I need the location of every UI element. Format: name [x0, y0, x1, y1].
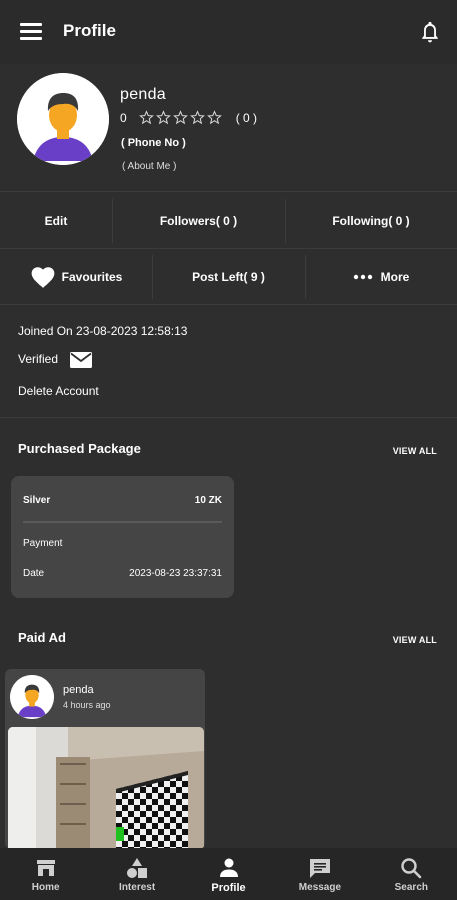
nav-home[interactable]: Home: [0, 848, 91, 900]
edit-label: Edit: [44, 214, 68, 228]
post-left-label: Post Left( 9 ): [192, 270, 265, 284]
divider: [0, 191, 457, 192]
following-button[interactable]: Following( 0 ): [285, 193, 457, 249]
ad-user-name: penda: [63, 684, 94, 696]
nav-search-label: Search: [394, 882, 428, 893]
avatar[interactable]: [17, 73, 109, 165]
bottom-navigation: Home Interest Profile Message Search: [0, 848, 457, 900]
divider: [23, 521, 222, 523]
nav-interest[interactable]: Interest: [91, 848, 182, 900]
nav-profile-label: Profile: [211, 882, 246, 894]
rating-row: 0 ( 0 ): [120, 110, 257, 125]
star-icon: [172, 110, 188, 125]
package-name: Silver: [23, 495, 51, 506]
nav-profile[interactable]: Profile: [183, 848, 274, 900]
stats-row-primary: Edit Followers( 0 ) Following( 0 ): [0, 193, 457, 249]
nav-message-label: Message: [298, 882, 342, 893]
divider: [0, 304, 457, 305]
favourites-button[interactable]: Favourites: [0, 249, 152, 305]
purchased-view-all-link[interactable]: VIEW ALL: [393, 446, 437, 456]
profile-name: penda: [120, 86, 166, 103]
verified-label: Verified: [18, 352, 59, 367]
avatar: [10, 675, 54, 719]
package-card[interactable]: Silver 10 ZK Payment Date 2023-08-23 23:…: [11, 476, 234, 598]
date-value: 2023-08-23 23:37:31: [129, 568, 222, 579]
stats-row-secondary: Favourites Post Left( 9 ) More: [0, 249, 457, 305]
verified-status: Verified: [18, 351, 93, 369]
star-icon: [189, 110, 205, 125]
favourites-label: Favourites: [61, 270, 123, 284]
following-label: Following( 0 ): [332, 214, 410, 228]
ad-time: 4 hours ago: [63, 700, 111, 710]
mail-icon: [70, 352, 93, 368]
purchased-package-title: Purchased Package: [18, 441, 141, 456]
payment-label: Payment: [23, 538, 63, 549]
post-left-button[interactable]: Post Left( 9 ): [152, 249, 305, 305]
search-icon: [401, 858, 422, 879]
rating-value: 0: [120, 110, 127, 125]
delete-account-link[interactable]: Delete Account: [18, 384, 99, 398]
message-icon: [309, 859, 330, 878]
followers-button[interactable]: Followers( 0 ): [112, 193, 285, 249]
divider: [0, 417, 457, 418]
more-dots-icon: [353, 274, 372, 280]
star-icon: [206, 110, 222, 125]
menu-icon[interactable]: [20, 23, 42, 41]
star-icon: [155, 110, 171, 125]
shapes-icon: [127, 858, 148, 878]
edit-button[interactable]: Edit: [0, 193, 112, 249]
payment-row: Payment: [23, 538, 222, 549]
bell-icon[interactable]: [419, 20, 441, 44]
nav-search[interactable]: Search: [366, 848, 457, 900]
person-icon: [219, 858, 238, 877]
paid-ad-view-all-link[interactable]: VIEW ALL: [393, 635, 437, 645]
package-price: 10 ZK: [194, 495, 222, 506]
star-icon: [138, 110, 154, 125]
app-bar: Profile: [0, 0, 457, 64]
package-header: Silver 10 ZK: [23, 495, 222, 506]
date-row: Date 2023-08-23 23:37:31: [23, 568, 222, 579]
joined-date: Joined On 23-08-2023 12:58:13: [18, 324, 188, 338]
paid-ad-title: Paid Ad: [18, 630, 66, 645]
about-me: ( About Me ): [122, 161, 177, 172]
nav-message[interactable]: Message: [274, 848, 365, 900]
phone-number: ( Phone No ): [121, 137, 186, 149]
ad-card[interactable]: penda 4 hours ago: [5, 669, 205, 849]
followers-label: Followers( 0 ): [159, 214, 238, 228]
ad-image: [8, 727, 204, 849]
profile-header: penda 0 ( 0 ) ( Phone No ) ( About Me ): [0, 64, 457, 192]
more-button[interactable]: More: [305, 249, 457, 305]
nav-interest-label: Interest: [119, 882, 156, 893]
page-title: Profile: [63, 21, 116, 40]
nav-home-label: Home: [31, 882, 60, 893]
date-label: Date: [23, 568, 45, 579]
more-label: More: [380, 270, 410, 284]
rating-count: ( 0 ): [235, 110, 258, 125]
heart-icon: [31, 267, 55, 288]
rating-stars: [138, 110, 222, 125]
home-icon: [36, 860, 55, 876]
